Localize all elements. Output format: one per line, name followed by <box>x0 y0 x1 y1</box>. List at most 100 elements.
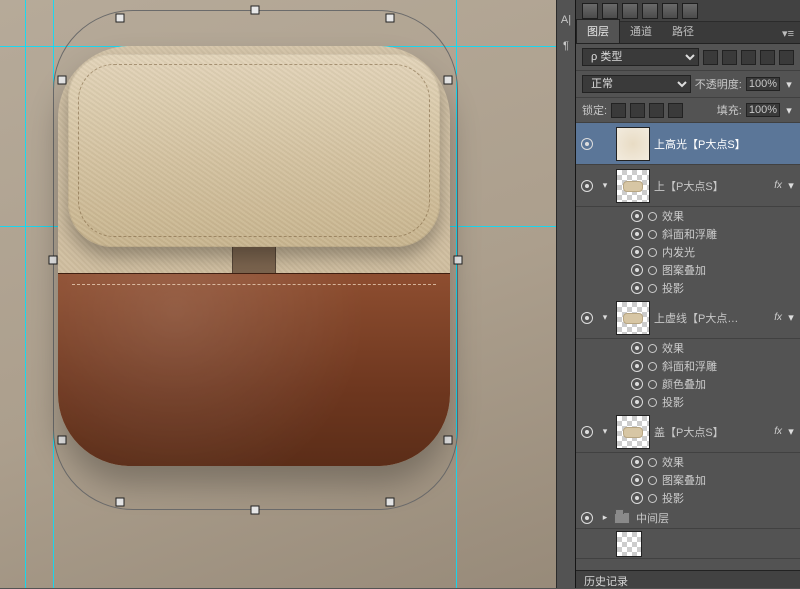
expand-icon[interactable]: ▾ <box>598 426 612 437</box>
eye-icon[interactable] <box>631 492 643 504</box>
expand-icon[interactable]: ▾ <box>598 180 612 191</box>
layer-thumbnail[interactable] <box>616 415 650 449</box>
eye-icon[interactable] <box>631 210 643 222</box>
lock-all-icon[interactable] <box>668 103 683 118</box>
effect-name[interactable]: 颜色叠加 <box>662 376 706 392</box>
path-anchor[interactable] <box>454 256 463 265</box>
eye-icon[interactable] <box>631 282 643 294</box>
expand-icon[interactable]: ▸ <box>598 512 612 523</box>
filter-shape-icon[interactable] <box>760 50 775 65</box>
opacity-value[interactable]: 100% <box>746 77 780 91</box>
effect-name[interactable]: 投影 <box>662 280 684 296</box>
path-anchor[interactable] <box>49 256 58 265</box>
paragraph-icon[interactable]: ¶ <box>563 40 569 52</box>
lock-position-icon[interactable] <box>649 103 664 118</box>
eye-icon[interactable] <box>631 264 643 276</box>
eye-icon[interactable] <box>631 228 643 240</box>
filter-adjust-icon[interactable] <box>722 50 737 65</box>
lock-pixels-icon[interactable] <box>630 103 645 118</box>
chevron-down-icon[interactable]: ▾ <box>786 311 796 324</box>
toolbar-icon[interactable] <box>662 3 678 19</box>
toolbar-icon[interactable] <box>622 3 638 19</box>
type-tool-icon[interactable]: A| <box>561 14 571 26</box>
filter-type-icon[interactable] <box>741 50 756 65</box>
layer-row[interactable]: ▾ 上虚线【P大点… fx ▾ <box>576 297 800 339</box>
tab-layers[interactable]: 图层 <box>576 19 620 43</box>
chevron-down-icon[interactable]: ▾ <box>784 78 794 91</box>
toolbar-icon[interactable] <box>602 3 618 19</box>
toolbar-icon[interactable] <box>582 3 598 19</box>
effects-list: 效果 图案叠加 投影 <box>576 453 800 507</box>
layer-thumbnail[interactable] <box>616 301 650 335</box>
effect-icon <box>648 230 657 239</box>
chevron-down-icon[interactable]: ▾ <box>784 104 794 117</box>
fx-badge[interactable]: fx <box>774 180 782 191</box>
eye-icon[interactable] <box>631 396 643 408</box>
layer-name[interactable]: 上【P大点S】 <box>654 178 770 194</box>
eye-icon[interactable] <box>631 474 643 486</box>
filter-pixel-icon[interactable] <box>703 50 718 65</box>
effect-name[interactable]: 投影 <box>662 490 684 506</box>
tab-paths[interactable]: 路径 <box>662 20 704 43</box>
layer-thumbnail[interactable] <box>616 531 642 557</box>
blend-mode-select[interactable]: 正常 <box>582 75 691 93</box>
toolbar-icon[interactable] <box>682 3 698 19</box>
eye-icon[interactable] <box>631 360 643 372</box>
canvas[interactable]: A| ¶ <box>0 0 575 588</box>
chevron-down-icon[interactable]: ▾ <box>786 179 796 192</box>
path-anchor[interactable] <box>251 506 260 515</box>
effect-icon <box>648 362 657 371</box>
bag-flap <box>68 54 440 247</box>
collapsed-panel-strip[interactable]: A| ¶ <box>556 0 575 588</box>
layer-name[interactable]: 上虚线【P大点… <box>654 310 770 326</box>
layer-thumbnail[interactable] <box>616 127 650 161</box>
eye-icon[interactable] <box>581 512 593 524</box>
layer-name[interactable]: 上高光【P大点S】 <box>654 136 796 152</box>
panel-menu-icon[interactable]: ▾≡ <box>776 24 800 43</box>
layer-row[interactable] <box>576 529 800 559</box>
eye-icon[interactable] <box>631 342 643 354</box>
fill-value[interactable]: 100% <box>746 103 780 117</box>
layer-row[interactable]: ▾ 盖【P大点S】 fx ▾ <box>576 411 800 453</box>
layer-group-row[interactable]: ▸ 中间层 <box>576 507 800 529</box>
path-anchor[interactable] <box>116 14 125 23</box>
eye-icon[interactable] <box>631 378 643 390</box>
effect-name[interactable]: 图案叠加 <box>662 262 706 278</box>
path-anchor[interactable] <box>386 14 395 23</box>
effect-name[interactable]: 图案叠加 <box>662 472 706 488</box>
history-panel-tab[interactable]: 历史记录 <box>576 570 800 588</box>
path-anchor[interactable] <box>116 498 125 507</box>
expand-icon[interactable]: ▾ <box>598 312 612 323</box>
layer-list[interactable]: 上高光【P大点S】 ▾ 上【P大点S】 fx ▾ 效果 斜面和浮雕 内发光 图案… <box>576 123 800 570</box>
effect-icon <box>648 380 657 389</box>
tab-channels[interactable]: 通道 <box>620 20 662 43</box>
eye-icon[interactable] <box>581 138 593 150</box>
effect-icon <box>648 494 657 503</box>
eye-icon[interactable] <box>631 246 643 258</box>
path-anchor[interactable] <box>386 498 395 507</box>
eye-icon[interactable] <box>581 426 593 438</box>
lock-transparency-icon[interactable] <box>611 103 626 118</box>
effect-name[interactable]: 斜面和浮雕 <box>662 226 717 242</box>
eye-icon[interactable] <box>631 456 643 468</box>
layer-thumbnail[interactable] <box>616 169 650 203</box>
eye-icon[interactable] <box>581 312 593 324</box>
effect-name[interactable]: 投影 <box>662 394 684 410</box>
effect-name[interactable]: 内发光 <box>662 244 695 260</box>
path-anchor[interactable] <box>251 6 260 15</box>
layer-row[interactable]: ▾ 上【P大点S】 fx ▾ <box>576 165 800 207</box>
layer-name[interactable]: 盖【P大点S】 <box>654 424 770 440</box>
layer-row[interactable]: 上高光【P大点S】 <box>576 123 800 165</box>
effect-icon <box>648 284 657 293</box>
effects-header: 效果 <box>662 340 684 356</box>
toolbar-icon[interactable] <box>642 3 658 19</box>
filter-kind-select[interactable]: ρ 类型 <box>582 48 699 66</box>
guide-vertical[interactable] <box>25 0 26 588</box>
fx-badge[interactable]: fx <box>774 312 782 323</box>
fx-badge[interactable]: fx <box>774 426 782 437</box>
chevron-down-icon[interactable]: ▾ <box>786 425 796 438</box>
eye-icon[interactable] <box>581 180 593 192</box>
effect-name[interactable]: 斜面和浮雕 <box>662 358 717 374</box>
filter-smart-icon[interactable] <box>779 50 794 65</box>
group-name[interactable]: 中间层 <box>636 510 800 526</box>
